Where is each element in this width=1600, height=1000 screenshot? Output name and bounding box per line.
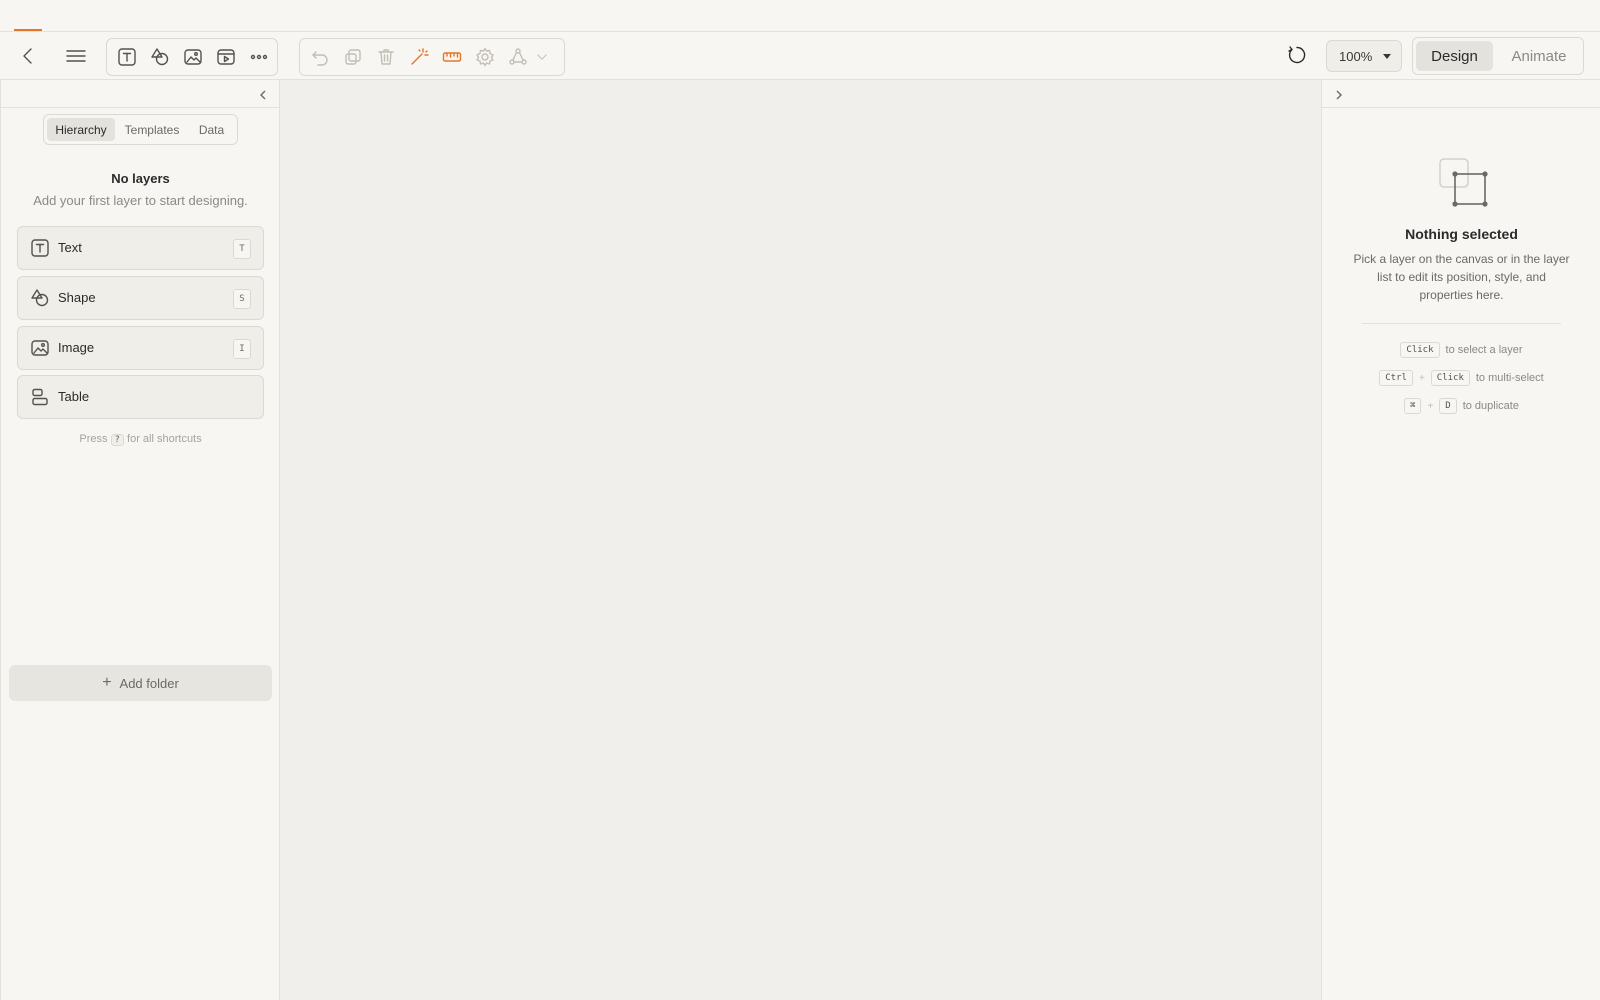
insert-tools-group: [106, 38, 278, 76]
divider: [1362, 323, 1561, 324]
nothing-selected-title: Nothing selected: [1405, 226, 1518, 242]
nothing-selected-subtitle: Pick a layer on the canvas or in the lay…: [1353, 252, 1570, 302]
main-toolbar: 100% Design Animate: [0, 32, 1600, 80]
key-badge: Ctrl: [1379, 370, 1413, 386]
magic-wand-icon[interactable]: [405, 43, 433, 71]
hint-text: to select a layer: [1445, 344, 1523, 356]
panel-tabs: Hierarchy Templates Data: [43, 114, 238, 145]
selection-frame-icon: [1438, 157, 1488, 207]
properties-panel: Nothing selected Pick a layer on the can…: [1321, 80, 1600, 1000]
settings-icon[interactable]: [471, 43, 499, 71]
image-icon: [30, 338, 50, 358]
hint-duplicate: ⌘ + D to duplicate: [1322, 398, 1600, 414]
text-icon: [30, 238, 50, 258]
empty-state-title: No layers: [111, 171, 170, 186]
plus-separator: +: [1418, 372, 1425, 384]
active-tab-indicator: [14, 29, 42, 31]
animate-mode-button[interactable]: Animate: [1497, 41, 1581, 71]
add-text-layer-button[interactable]: Text T: [17, 226, 264, 270]
add-table-layer-button[interactable]: Table: [17, 375, 264, 419]
tab-hierarchy[interactable]: Hierarchy: [47, 118, 115, 141]
undo-icon[interactable]: [306, 43, 334, 71]
title-strip: [0, 0, 1600, 32]
image-tool-icon[interactable]: [179, 43, 207, 71]
edit-tools-group: [299, 38, 565, 76]
refresh-icon[interactable]: [1283, 41, 1311, 69]
design-canvas[interactable]: [280, 80, 1321, 1000]
delete-icon[interactable]: [372, 43, 400, 71]
shortcut-key: I: [233, 339, 251, 359]
shortcut-key: T: [233, 239, 251, 259]
add-folder-label: Add folder: [119, 675, 179, 691]
tab-templates[interactable]: Templates: [118, 118, 186, 141]
design-mode-button[interactable]: Design: [1416, 41, 1493, 71]
table-icon: [30, 387, 50, 407]
divider: [1322, 107, 1600, 108]
zoom-value: 100%: [1339, 48, 1373, 64]
hint-suffix: for all shortcuts: [127, 433, 202, 445]
hint-text: to multi-select: [1475, 372, 1544, 384]
help-key: ?: [110, 434, 124, 446]
hint-multiselect: Ctrl + Click to multi-select: [1322, 370, 1600, 386]
shortcut-hint: Press ? for all shortcuts: [1, 433, 280, 446]
layer-type-label: Image: [58, 340, 95, 355]
key-badge: D: [1439, 398, 1457, 414]
tab-data[interactable]: Data: [189, 118, 234, 141]
collapse-right-panel-icon[interactable]: [1332, 88, 1348, 104]
duplicate-icon[interactable]: [339, 43, 367, 71]
layer-type-label: Text: [58, 240, 82, 255]
more-icon[interactable]: [245, 43, 273, 71]
plus-icon: +: [102, 674, 112, 691]
layer-type-label: Table: [58, 389, 90, 404]
mode-switch: Design Animate: [1412, 37, 1584, 75]
hint-prefix: Press: [79, 433, 108, 445]
layer-type-label: Shape: [58, 290, 96, 305]
shape-icon: [30, 288, 50, 308]
chevron-down-icon[interactable]: [532, 43, 552, 71]
layers-panel: Hierarchy Templates Data No layers Add y…: [0, 80, 280, 1000]
connect-icon[interactable]: [504, 43, 532, 71]
divider: [1, 107, 280, 108]
key-badge: Click: [1430, 370, 1470, 386]
shortcut-key: S: [233, 289, 251, 309]
video-tool-icon[interactable]: [212, 43, 240, 71]
ruler-icon[interactable]: [438, 43, 466, 71]
add-folder-button[interactable]: + Add folder: [9, 665, 272, 701]
back-icon[interactable]: [14, 42, 42, 70]
key-badge: ⌘: [1404, 398, 1422, 414]
zoom-select[interactable]: 100%: [1326, 40, 1402, 72]
collapse-left-panel-icon[interactable]: [256, 88, 272, 104]
hint-text: to duplicate: [1462, 400, 1519, 412]
add-shape-layer-button[interactable]: Shape S: [17, 276, 264, 320]
add-image-layer-button[interactable]: Image I: [17, 326, 264, 370]
shape-tool-icon[interactable]: [146, 43, 174, 71]
empty-state-subtitle: Add your first layer to start designing.: [33, 193, 248, 208]
plus-separator: +: [1427, 400, 1434, 412]
menu-icon[interactable]: [62, 42, 90, 70]
chevron-down-icon: [1383, 54, 1391, 59]
text-tool-icon[interactable]: [113, 43, 141, 71]
key-badge: Click: [1400, 342, 1440, 358]
hint-select: Click to select a layer: [1322, 342, 1600, 358]
